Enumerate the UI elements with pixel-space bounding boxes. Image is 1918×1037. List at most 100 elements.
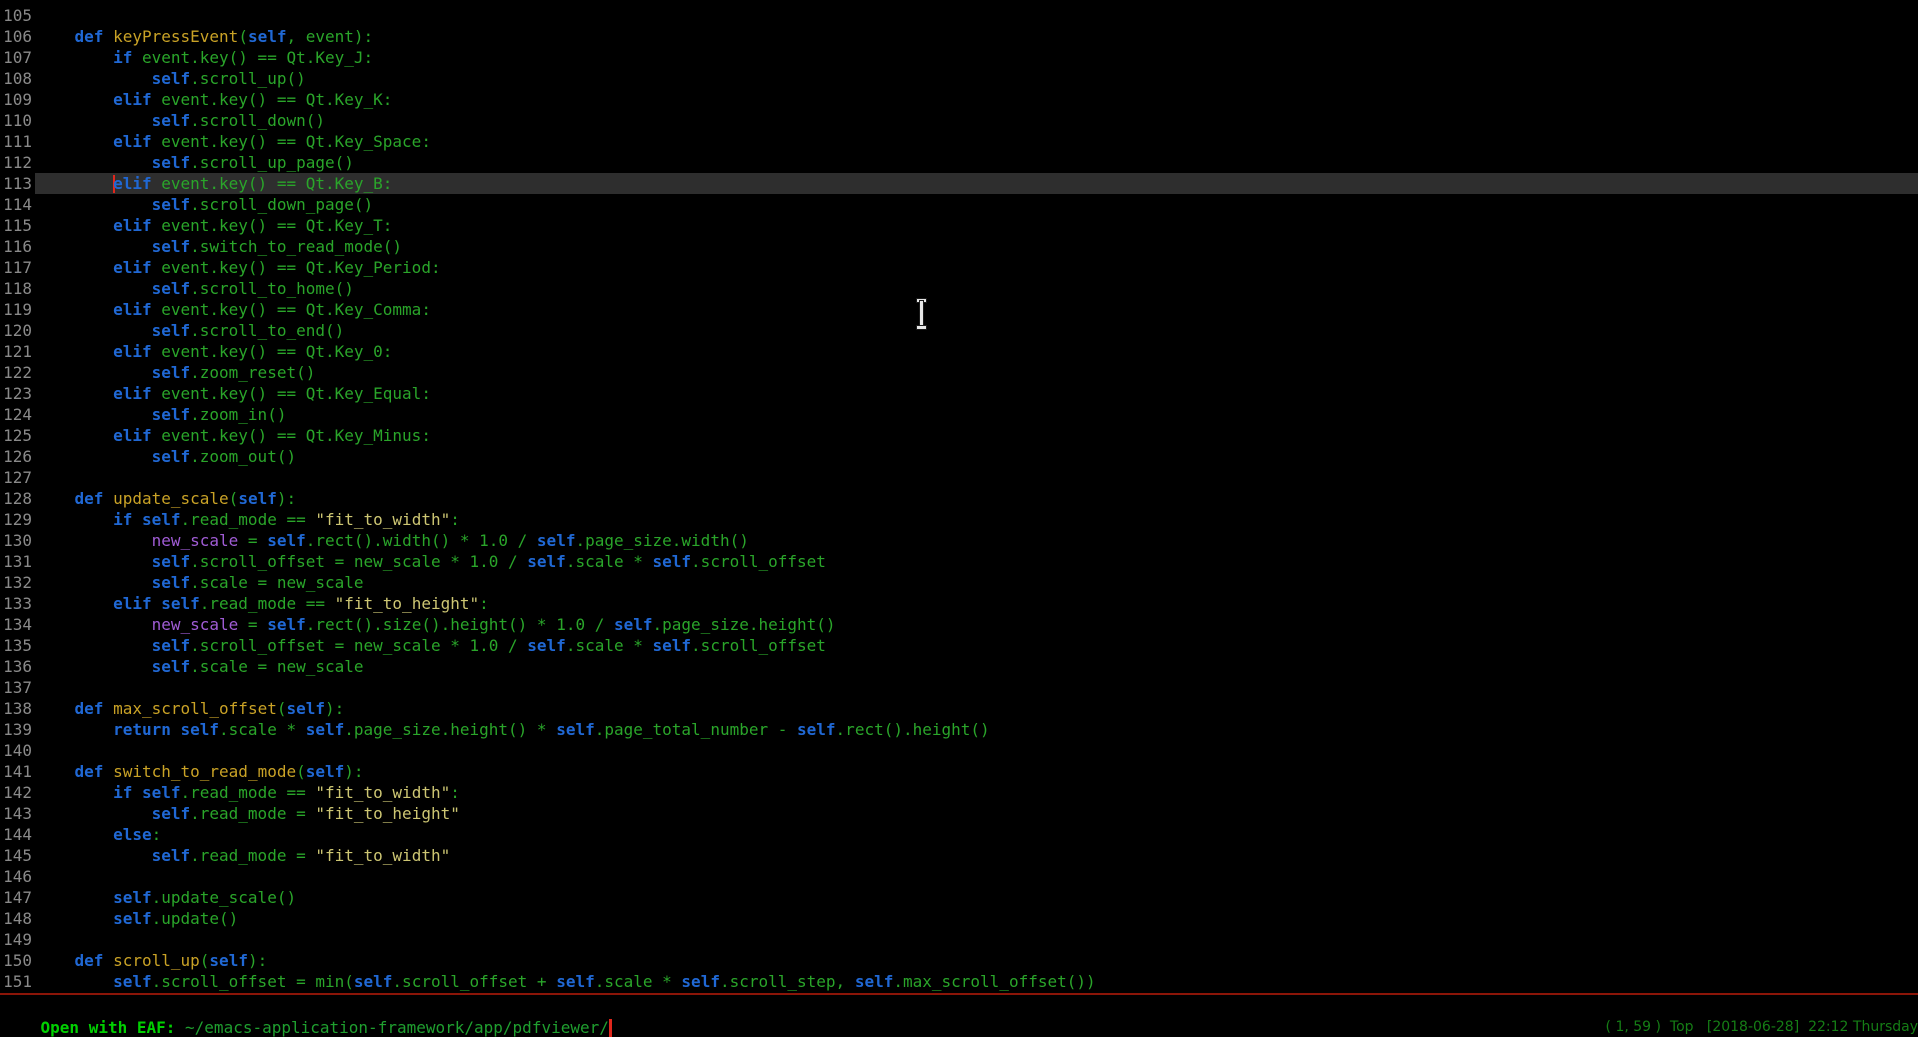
status-day: Thursday bbox=[1853, 1019, 1918, 1035]
code-line[interactable]: 115 elif event.key() == Qt.Key_T: bbox=[0, 215, 1918, 236]
code-line[interactable]: 148 self.update() bbox=[0, 908, 1918, 929]
code-line[interactable]: 134 new_scale = self.rect().size().heigh… bbox=[0, 614, 1918, 635]
line-number: 149 bbox=[0, 929, 32, 950]
scroll-state: Top bbox=[1670, 1019, 1694, 1035]
code-line[interactable]: 132 self.scale = new_scale bbox=[0, 572, 1918, 593]
code-line[interactable]: 127 bbox=[0, 467, 1918, 488]
line-number: 106 bbox=[0, 26, 32, 47]
line-number: 112 bbox=[0, 152, 32, 173]
code-line[interactable]: 118 self.scroll_to_home() bbox=[0, 278, 1918, 299]
code-line[interactable]: 130 new_scale = self.rect().width() * 1.… bbox=[0, 530, 1918, 551]
line-number: 120 bbox=[0, 320, 32, 341]
code-line[interactable]: 124 self.zoom_in() bbox=[0, 404, 1918, 425]
code-line[interactable]: 129 if self.read_mode == "fit_to_width": bbox=[0, 509, 1918, 530]
line-number: 139 bbox=[0, 719, 32, 740]
line-number: 123 bbox=[0, 383, 32, 404]
line-number: 124 bbox=[0, 404, 32, 425]
code-text: new_scale = self.rect().width() * 1.0 / … bbox=[36, 531, 749, 550]
code-line[interactable]: 139 return self.scale * self.page_size.h… bbox=[0, 719, 1918, 740]
code-text: elif self.read_mode == "fit_to_height": bbox=[36, 594, 489, 613]
code-line[interactable]: 135 self.scroll_offset = new_scale * 1.0… bbox=[0, 635, 1918, 656]
code-line[interactable]: 119 elif event.key() == Qt.Key_Comma: bbox=[0, 299, 1918, 320]
code-text: self.scroll_to_end() bbox=[36, 321, 344, 340]
code-line[interactable]: 111 elif event.key() == Qt.Key_Space: bbox=[0, 131, 1918, 152]
code-text: elif event.key() == Qt.Key_B: bbox=[36, 174, 392, 193]
code-line[interactable]: 146 bbox=[0, 866, 1918, 887]
code-line[interactable]: 109 elif event.key() == Qt.Key_K: bbox=[0, 89, 1918, 110]
code-line[interactable]: 117 elif event.key() == Qt.Key_Period: bbox=[0, 257, 1918, 278]
code-buffer[interactable]: 105106 def keyPressEvent(self, event):10… bbox=[0, 5, 1918, 992]
line-number: 142 bbox=[0, 782, 32, 803]
code-text: self.scroll_to_home() bbox=[36, 279, 354, 298]
code-text: self.update_scale() bbox=[36, 888, 296, 907]
code-line[interactable]: 121 elif event.key() == Qt.Key_0: bbox=[0, 341, 1918, 362]
code-text: self.scroll_up() bbox=[36, 69, 306, 88]
line-number: 137 bbox=[0, 677, 32, 698]
code-line[interactable]: 120 self.scroll_to_end() bbox=[0, 320, 1918, 341]
minibuffer-prompt: Open with EAF: bbox=[41, 1018, 186, 1037]
code-line[interactable]: 116 self.switch_to_read_mode() bbox=[0, 236, 1918, 257]
code-line[interactable]: 123 elif event.key() == Qt.Key_Equal: bbox=[0, 383, 1918, 404]
code-line[interactable]: 150 def scroll_up(self): bbox=[0, 950, 1918, 971]
emacs-frame: qimage = QImage(trans_pixmap.samples, tr… bbox=[0, 0, 1918, 1037]
code-text: elif event.key() == Qt.Key_Minus: bbox=[36, 426, 431, 445]
code-text: self.zoom_reset() bbox=[36, 363, 315, 382]
code-line[interactable]: 131 self.scroll_offset = new_scale * 1.0… bbox=[0, 551, 1918, 572]
line-number: 128 bbox=[0, 488, 32, 509]
code-text: self.scale = new_scale bbox=[36, 657, 364, 676]
code-line[interactable]: 110 self.scroll_down() bbox=[0, 110, 1918, 131]
code-line[interactable]: 147 self.update_scale() bbox=[0, 887, 1918, 908]
line-number: 146 bbox=[0, 866, 32, 887]
code-line[interactable]: 107 if event.key() == Qt.Key_J: bbox=[0, 47, 1918, 68]
line-number: 148 bbox=[0, 908, 32, 929]
code-line[interactable]: 137 bbox=[0, 677, 1918, 698]
code-line[interactable]: 105 bbox=[0, 5, 1918, 26]
code-line[interactable]: 128 def update_scale(self): bbox=[0, 488, 1918, 509]
code-line[interactable]: 122 self.zoom_reset() bbox=[0, 362, 1918, 383]
minibuffer-cursor bbox=[609, 1019, 612, 1037]
code-line[interactable]: 141 def switch_to_read_mode(self): bbox=[0, 761, 1918, 782]
code-line[interactable]: 106 def keyPressEvent(self, event): bbox=[0, 26, 1918, 47]
code-text: elif event.key() == Qt.Key_0: bbox=[36, 342, 392, 361]
minibuffer-input[interactable]: ~/emacs-application-framework/app/pdfvie… bbox=[185, 1018, 609, 1037]
line-number: 140 bbox=[0, 740, 32, 761]
line-number: 151 bbox=[0, 971, 32, 992]
code-line[interactable]: 133 elif self.read_mode == "fit_to_heigh… bbox=[0, 593, 1918, 614]
code-line[interactable]: 138 def max_scroll_offset(self): bbox=[0, 698, 1918, 719]
code-line[interactable]: 112 self.scroll_up_page() bbox=[0, 152, 1918, 173]
line-number: 135 bbox=[0, 635, 32, 656]
status-bar: ( 1, 59 ) Top [2018-06-28] 22:12 Thursda… bbox=[1606, 1019, 1918, 1035]
code-line[interactable]: 140 bbox=[0, 740, 1918, 761]
code-text: self.scale = new_scale bbox=[36, 573, 364, 592]
code-line[interactable]: 136 self.scale = new_scale bbox=[0, 656, 1918, 677]
code-text: elif event.key() == Qt.Key_Equal: bbox=[36, 384, 431, 403]
code-line[interactable]: 145 self.read_mode = "fit_to_width" bbox=[0, 845, 1918, 866]
line-number: 134 bbox=[0, 614, 32, 635]
line-number: 127 bbox=[0, 467, 32, 488]
code-text: if self.read_mode == "fit_to_width": bbox=[36, 510, 460, 529]
minibuffer[interactable]: Open with EAF: ~/emacs-application-frame… bbox=[2, 996, 612, 1017]
line-number: 136 bbox=[0, 656, 32, 677]
code-line[interactable]: 142 if self.read_mode == "fit_to_width": bbox=[0, 782, 1918, 803]
code-text: elif event.key() == Qt.Key_T: bbox=[36, 216, 392, 235]
code-line[interactable]: 114 self.scroll_down_page() bbox=[0, 194, 1918, 215]
code-line[interactable]: 125 elif event.key() == Qt.Key_Minus: bbox=[0, 425, 1918, 446]
line-number: 107 bbox=[0, 47, 32, 68]
code-line[interactable]: 149 bbox=[0, 929, 1918, 950]
code-line-current[interactable]: 113 elif event.key() == Qt.Key_B: bbox=[0, 173, 1918, 194]
code-line[interactable]: 143 self.read_mode = "fit_to_height" bbox=[0, 803, 1918, 824]
line-number: 111 bbox=[0, 131, 32, 152]
code-line[interactable]: 108 self.scroll_up() bbox=[0, 68, 1918, 89]
code-text: self.zoom_in() bbox=[36, 405, 286, 424]
code-text: self.scroll_offset = new_scale * 1.0 / s… bbox=[36, 552, 826, 571]
line-number: 126 bbox=[0, 446, 32, 467]
line-number: 122 bbox=[0, 362, 32, 383]
code-line[interactable]: 151 self.scroll_offset = min(self.scroll… bbox=[0, 971, 1918, 992]
code-line[interactable]: 126 self.zoom_out() bbox=[0, 446, 1918, 467]
code-text: self.scroll_offset = new_scale * 1.0 / s… bbox=[36, 636, 826, 655]
line-number: 130 bbox=[0, 530, 32, 551]
line-number: 147 bbox=[0, 887, 32, 908]
code-text: elif event.key() == Qt.Key_Space: bbox=[36, 132, 431, 151]
code-line[interactable]: 144 else: bbox=[0, 824, 1918, 845]
line-number: 143 bbox=[0, 803, 32, 824]
